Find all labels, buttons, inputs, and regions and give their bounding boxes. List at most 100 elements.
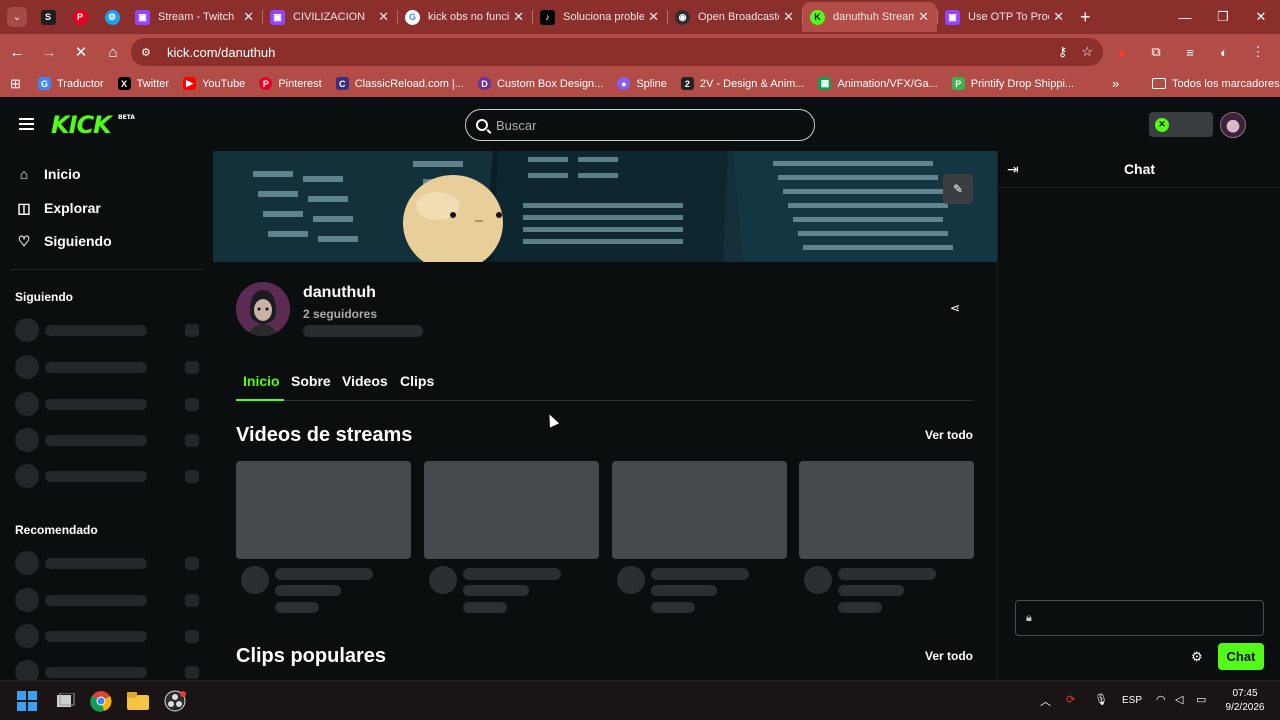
tab-kick-danuthuh[interactable]: K danuthuh Stream ✕	[802, 2, 937, 32]
sidebar-item-inicio[interactable]: ⌂ Inicio	[16, 166, 81, 182]
apps-grid-icon[interactable]: ⊞	[10, 76, 26, 92]
password-key-icon[interactable]: ⚷	[1058, 44, 1068, 60]
chat-send-button[interactable]: Chat	[1218, 643, 1264, 670]
tab-title: Soluciona proble	[563, 11, 645, 23]
search-box[interactable]	[465, 109, 815, 141]
pinned-tab-scribd[interactable]: S	[33, 3, 63, 31]
see-all-clips-link[interactable]: Ver todo	[925, 649, 973, 663]
close-icon[interactable]: ✕	[1053, 9, 1064, 25]
battery-icon[interactable]: ▭	[1196, 693, 1206, 706]
minimize-icon[interactable]: —	[1166, 0, 1204, 34]
close-icon[interactable]: ✕	[918, 9, 929, 25]
close-icon[interactable]: ✕	[378, 9, 389, 25]
url-text[interactable]: kick.com/danuthuh	[167, 45, 275, 60]
all-bookmarks-folder[interactable]: Todos los marcadores	[1152, 78, 1280, 90]
file-explorer-icon[interactable]	[126, 689, 150, 713]
recommended-heading: Recomendado	[15, 523, 98, 537]
bookmark-label: Custom Box Design...	[496, 77, 604, 90]
bookmark-printify[interactable]: P Printify Drop Shippi...	[951, 77, 1075, 90]
user-avatar[interactable]	[1220, 112, 1246, 138]
share-icon[interactable]: ⋖	[950, 301, 960, 315]
bookmark-twitter[interactable]: X Twitter	[117, 77, 169, 90]
channel-avatar[interactable]	[236, 282, 290, 336]
language-indicator[interactable]: ESP	[1122, 695, 1142, 706]
bookmark-pinterest[interactable]: P Pinterest	[259, 77, 322, 90]
tab-google-search[interactable]: G kick obs no funci ✕	[397, 2, 532, 32]
back-arrow-icon[interactable]: ←	[2, 37, 32, 67]
window-close-icon[interactable]: ✕	[1242, 0, 1280, 34]
video-card-skeleton[interactable]	[799, 461, 974, 613]
site-info-icon[interactable]: ⚙	[141, 46, 157, 59]
video-card-skeleton[interactable]	[236, 461, 411, 613]
tab-otp[interactable]: ▣ Use OTP To Proc ✕	[937, 2, 1072, 32]
obs-taskbar-icon[interactable]	[163, 689, 187, 713]
address-bar[interactable]: ⚙ kick.com/danuthuh ⚷ ☆	[131, 38, 1103, 66]
tab-videos[interactable]: Videos	[342, 373, 388, 389]
bookmark-label: Animation/VFX/Ga...	[837, 77, 938, 90]
kick-logo[interactable]: KICK BETA	[51, 111, 135, 139]
tab-sobre[interactable]: Sobre	[291, 373, 331, 389]
pinned-tab-settings[interactable]: ⚙	[97, 3, 127, 31]
bookmark-classicreload[interactable]: C ClassicReload.com |...	[335, 77, 464, 90]
microphone-icon[interactable]: 🎙︎	[1094, 693, 1108, 706]
forward-arrow-icon[interactable]: →	[34, 37, 64, 67]
custombox-icon: D	[477, 77, 491, 90]
new-tab-plus-icon[interactable]: +	[1080, 7, 1091, 28]
volume-icon[interactable]: ◁	[1175, 693, 1183, 706]
chrome-taskbar-icon[interactable]	[89, 689, 113, 713]
chat-settings-gear-icon[interactable]: ⚙	[1191, 649, 1203, 665]
spline-icon: ●	[617, 77, 631, 90]
bookmark-custombox[interactable]: D Custom Box Design...	[477, 77, 604, 90]
video-card-skeleton[interactable]	[612, 461, 787, 613]
bookmark-animation-vfx[interactable]: ▦ Animation/VFX/Ga...	[818, 77, 938, 90]
bookmark-2v[interactable]: 2 2V - Design & Anim...	[680, 77, 805, 90]
wifi-icon[interactable]: ◠	[1156, 693, 1166, 706]
close-icon[interactable]: ✕	[243, 9, 254, 25]
restore-icon[interactable]: ❐	[1204, 0, 1242, 34]
pinterest-icon: P	[72, 9, 88, 25]
tray-overflow-chevron-icon[interactable]: ︿	[1040, 693, 1051, 709]
close-icon[interactable]: ✕	[783, 9, 794, 25]
close-icon[interactable]: ✕	[648, 9, 659, 25]
windows-start-icon[interactable]	[15, 689, 39, 713]
bookmarks-overflow-chevron[interactable]: »	[1112, 76, 1119, 91]
tab-tiktok[interactable]: ♪ Soluciona proble ✕	[532, 2, 667, 32]
close-icon[interactable]: ✕	[513, 9, 524, 25]
chat-input[interactable]: 🔒︎	[1015, 600, 1264, 636]
home-button-icon[interactable]: ⌂	[98, 37, 128, 67]
profile-avatar-icon[interactable]: ◐	[1212, 45, 1236, 60]
tab-title: kick obs no funci	[428, 11, 510, 23]
kebab-menu-icon[interactable]: ⋮	[1246, 44, 1270, 60]
pencil-icon: ✎	[952, 182, 964, 196]
sidebar-item-siguiendo[interactable]: ♡ Siguiendo	[16, 233, 112, 250]
hamburger-menu-icon[interactable]	[19, 118, 34, 130]
tab-civilizacion[interactable]: ▣ CIVILIZACION ✕	[262, 2, 397, 32]
tab-twitch-stream[interactable]: ▣ Stream - Twitch ✕	[127, 2, 262, 32]
system-clock[interactable]: 07:45 9/2/2026	[1220, 687, 1270, 715]
extension-red-icon[interactable]: ●	[1110, 45, 1134, 60]
sidebar-item-explorar[interactable]: ◫ Explorar	[16, 200, 100, 217]
tab-search-chevron-icon[interactable]: ⌄	[7, 7, 27, 27]
go-live-button[interactable]: ✕	[1149, 112, 1213, 137]
task-view-icon[interactable]	[53, 689, 77, 713]
bookmark-traductor[interactable]: G Traductor	[38, 77, 104, 90]
pinned-tab-pinterest[interactable]: P	[65, 3, 95, 31]
bookmark-star-icon[interactable]: ☆	[1081, 44, 1093, 60]
tab-obs[interactable]: ◉ Open Broadcaste ✕	[667, 2, 802, 32]
search-input[interactable]	[496, 117, 796, 133]
sync-app-icon[interactable]: ⟳	[1066, 693, 1075, 706]
bookmark-label: 2V - Design & Anim...	[699, 77, 805, 90]
stop-loading-icon[interactable]: ✕	[66, 37, 96, 67]
extensions-puzzle-icon[interactable]: ⧉	[1144, 44, 1168, 60]
tab-clips[interactable]: Clips	[400, 373, 434, 389]
media-control-icon[interactable]: ≡	[1178, 45, 1202, 60]
tab-inicio[interactable]: Inicio	[243, 373, 280, 389]
video-card-skeleton[interactable]	[424, 461, 599, 613]
classicreload-icon: C	[335, 77, 349, 90]
see-all-streams-link[interactable]: Ver todo	[925, 428, 973, 442]
tab-title: Use OTP To Proc	[968, 11, 1050, 23]
bookmark-spline[interactable]: ● Spline	[617, 77, 667, 90]
bookmark-label: Printify Drop Shippi...	[970, 77, 1075, 90]
bookmark-youtube[interactable]: ▶ YouTube	[183, 77, 245, 90]
edit-banner-button[interactable]: ✎	[943, 174, 973, 204]
